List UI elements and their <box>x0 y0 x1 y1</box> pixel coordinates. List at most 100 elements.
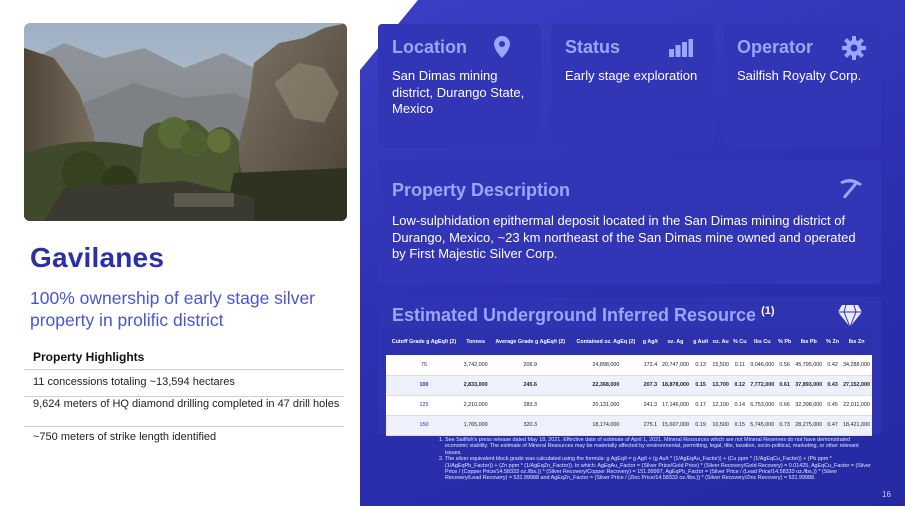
bar-chart-icon <box>669 39 693 61</box>
footnote-item: The silver equivalent block grade was ca… <box>445 456 873 482</box>
table-cell: 1,765,000 <box>461 415 490 436</box>
table-cell: 20,131,000 <box>571 395 641 416</box>
description-title: Property Description <box>392 180 571 200</box>
footnotes: See Sailfish's press release dated May 1… <box>433 437 873 482</box>
table-cell: 6,753,000 <box>748 395 776 416</box>
operator-title: Operator <box>737 37 814 57</box>
table-cell: 18,421,000 <box>841 415 872 436</box>
table-cell: 15,500 <box>710 355 731 376</box>
table-cell: 241.3 <box>640 395 661 416</box>
table-cell: 0.43 <box>824 375 842 396</box>
table-cell: 245.6 <box>489 375 572 396</box>
table-header-cell: lbs Pb <box>793 329 825 355</box>
table-header-cell: % Pb <box>775 329 794 355</box>
table-row: 75 3,742,000 206.9 24,898,000 172.4 20,747,00… <box>386 355 872 376</box>
table-cell: 0.42 <box>824 355 842 376</box>
table-cell: 0.61 <box>775 375 794 396</box>
table-cell: 0.13 <box>690 355 711 376</box>
table-cell: 0.56 <box>775 355 794 376</box>
location-text: San Dimas mining district, Durango State… <box>392 68 525 116</box>
table-header-row: Cutoff Grade g AgEq/t (2) Tonnes Average G… <box>386 329 872 355</box>
table-header-cell: Cutoff Grade g AgEq/t (2) <box>386 329 462 355</box>
table-cell: 0.11 <box>730 355 749 376</box>
table-cell: 0.14 <box>730 395 749 416</box>
table-cell: 37,893,000 <box>793 375 825 396</box>
table-cell: 2,833,000 <box>461 375 490 396</box>
table-cell: 100 <box>386 375 462 396</box>
property-tagline: 100% ownership of early stage silver pro… <box>30 288 316 330</box>
table-header-cell: % Zn <box>824 329 842 355</box>
table-header-cell: lbs Cu <box>748 329 776 355</box>
table-cell: 20,747,000 <box>660 355 691 376</box>
table-header-cell: Average Grade g AgEq/t (2) <box>489 329 572 355</box>
description-card: Property Description Low-sulphidation ep… <box>378 160 881 284</box>
location-title: Location <box>392 37 467 57</box>
footnote-item: See Sailfish's press release dated May 1… <box>445 437 873 456</box>
table-row: 150 1,765,000 320.3 18,174,000 275.1 15,607,0… <box>386 415 872 436</box>
table-cell: 0.15 <box>730 415 749 436</box>
table-cell: 24,898,000 <box>571 355 641 376</box>
table-cell: 17,146,000 <box>660 395 691 416</box>
table-cell: 275.1 <box>640 415 661 436</box>
table-row: 100 2,833,000 245.6 22,368,000 207.3 18,878,0… <box>386 375 872 396</box>
table-header-cell: g Ag/t <box>640 329 661 355</box>
table-header-cell: g Au/t <box>690 329 711 355</box>
table-cell: 0.47 <box>824 415 842 436</box>
page-number: 16 <box>882 490 891 499</box>
table-cell: 45,795,000 <box>793 355 825 376</box>
table-cell: 22,368,000 <box>571 375 641 396</box>
property-name: Gavilanes <box>30 242 165 273</box>
table-cell: 18,878,000 <box>660 375 691 396</box>
resource-title: Estimated Underground Inferred Resource … <box>392 305 775 326</box>
resource-table: Cutoff Grade g AgEq/t (2) Tonnes Average G… <box>386 329 872 436</box>
resource-title-text: Estimated Underground Inferred Resource <box>392 305 757 325</box>
table-cell: 15,607,000 <box>660 415 691 436</box>
table-cell: 10,500 <box>710 415 731 436</box>
table-cell: 0.66 <box>775 395 794 416</box>
table-cell: 13,700 <box>710 375 731 396</box>
slide: Gavilanes 100% ownership of early stage … <box>0 0 905 506</box>
divider <box>24 426 344 427</box>
table-header-cell: Tonnes <box>461 329 490 355</box>
table-cell: 9,046,000 <box>748 355 776 376</box>
table-cell: 27,152,000 <box>841 375 872 396</box>
table-cell: 0.17 <box>690 395 711 416</box>
table-cell: 172.4 <box>640 355 661 376</box>
map-pin-icon <box>494 36 510 62</box>
table-cell: 150 <box>386 415 462 436</box>
resource-title-note: (1) <box>761 305 775 317</box>
table-cell: 12,100 <box>710 395 731 416</box>
table-header-cell: oz. Ag <box>660 329 691 355</box>
table-cell: 18,174,000 <box>571 415 641 436</box>
table-cell: 2,210,000 <box>461 395 490 416</box>
divider <box>24 369 344 370</box>
status-title: Status <box>565 37 621 57</box>
table-cell: 320.3 <box>489 415 572 436</box>
table-cell: 283.3 <box>489 395 572 416</box>
description-text: Low-sulphidation epithermal deposit loca… <box>392 213 856 261</box>
diamond-icon <box>838 304 862 331</box>
table-cell: 125 <box>386 395 462 416</box>
table-row: 125 2,210,000 283.3 20,131,000 241.3 17,146,0… <box>386 395 872 416</box>
gear-icon <box>842 36 866 64</box>
table-cell: 207.3 <box>640 375 661 396</box>
table-header-cell: % Cu <box>730 329 749 355</box>
table-cell: 7,772,000 <box>748 375 776 396</box>
highlight-item: ~750 meters of strike length identified <box>33 431 217 443</box>
location-card: Location San Dimas mining district, Dura… <box>378 24 541 148</box>
table-cell: 75 <box>386 355 462 376</box>
highlights-heading: Property Highlights <box>33 350 145 364</box>
table-cell: 5,745,000 <box>748 415 776 436</box>
table-header-cell: oz. Au <box>710 329 731 355</box>
highlight-item: 11 concessions totaling ~13,594 hectares <box>33 376 235 388</box>
operator-text: Sailfish Royalty Corp. <box>737 68 862 83</box>
pickaxe-icon <box>838 178 864 204</box>
table-header-cell: Contained oz. AgEq (2) <box>571 329 641 355</box>
table-cell: 0.19 <box>690 415 711 436</box>
status-text: Early stage exploration <box>565 68 698 83</box>
table-cell: 28,275,000 <box>793 415 825 436</box>
table-cell: 0.15 <box>690 375 711 396</box>
table-cell: 0.45 <box>824 395 842 416</box>
table-cell: 0.73 <box>775 415 794 436</box>
divider <box>24 396 344 397</box>
